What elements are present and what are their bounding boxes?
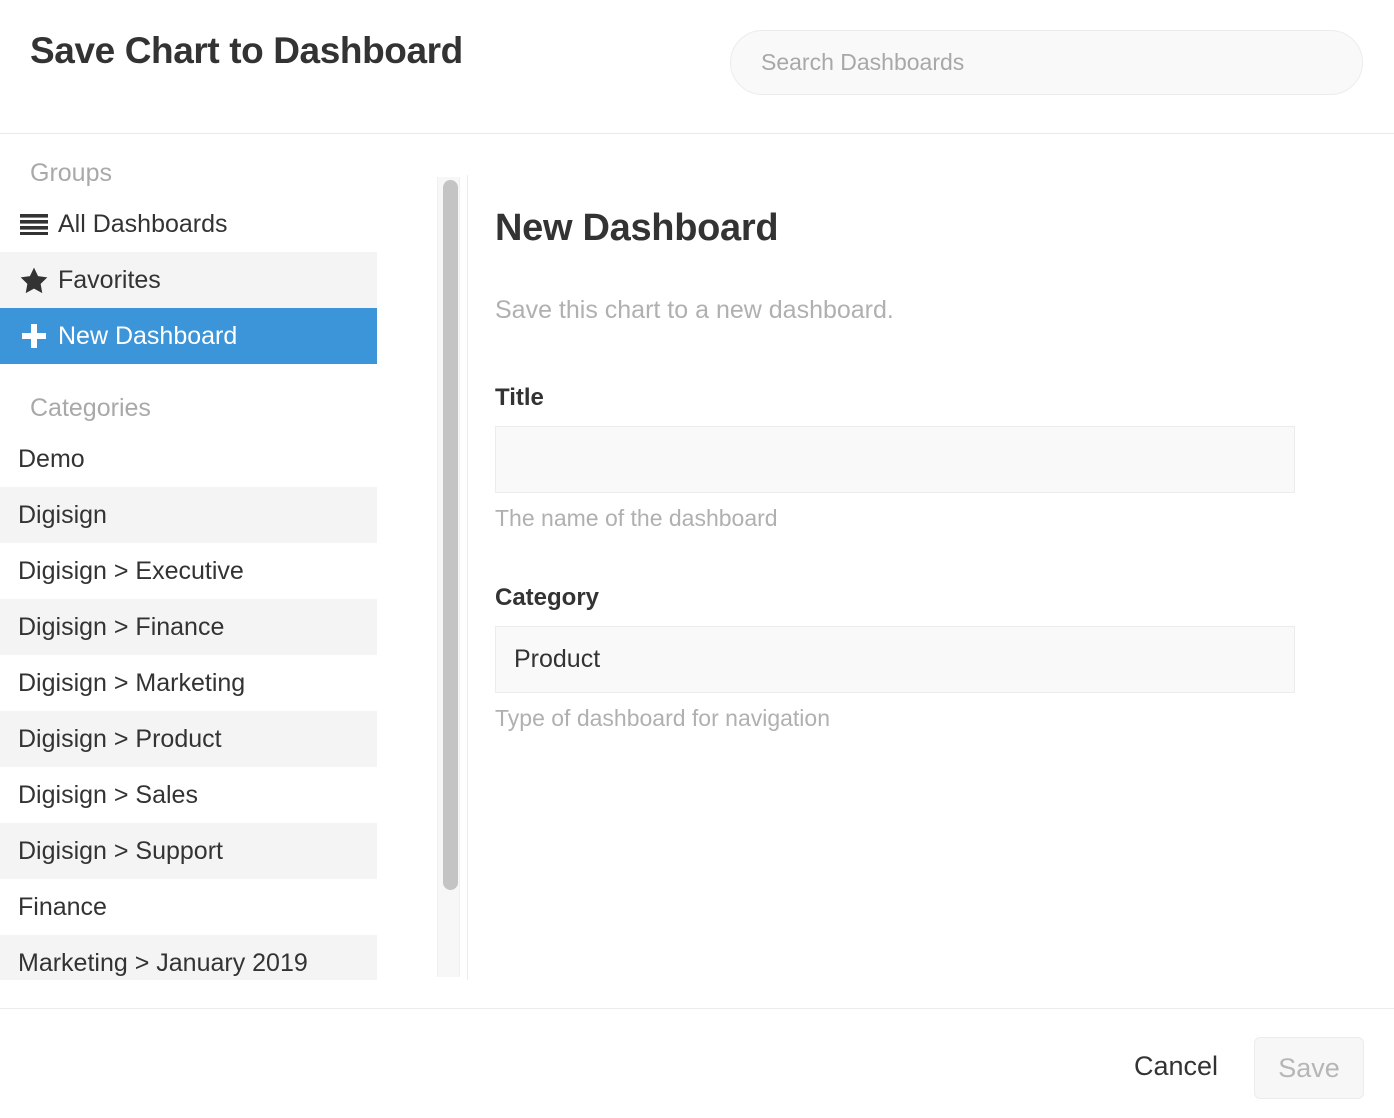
sidebar-item-label: New Dashboard: [58, 321, 238, 350]
search-input[interactable]: [730, 30, 1363, 95]
category-label: Finance: [18, 892, 107, 921]
modal-header: Save Chart to Dashboard: [0, 0, 1394, 134]
groups-list: All Dashboards Favorites New Dashboard: [0, 196, 436, 364]
pane-divider: [467, 175, 468, 980]
modal-footer: Cancel Save: [0, 1008, 1394, 1118]
plus-icon: [18, 321, 50, 351]
panel-title: New Dashboard: [495, 207, 779, 249]
list-item[interactable]: Demo: [0, 431, 377, 487]
modal-body: Groups All Dashboards Favorites New Dash…: [0, 135, 1394, 1008]
list-item[interactable]: Digisign: [0, 487, 377, 543]
save-button[interactable]: Save: [1254, 1037, 1364, 1099]
list-item[interactable]: Digisign > Support: [0, 823, 377, 879]
category-field-group: Category Type of dashboard for navigatio…: [495, 584, 1295, 732]
category-label: Digisign: [18, 500, 107, 529]
list-item[interactable]: Digisign > Finance: [0, 599, 377, 655]
list-scrollbar-track[interactable]: [437, 177, 460, 977]
groups-section-label: Groups: [30, 159, 112, 187]
page-title: Save Chart to Dashboard: [30, 30, 463, 71]
category-field-help: Type of dashboard for navigation: [495, 705, 831, 731]
title-field-group: Title The name of the dashboard: [495, 384, 1295, 532]
star-icon: [18, 265, 50, 295]
list-item[interactable]: Finance: [0, 879, 377, 935]
category-input[interactable]: [495, 626, 1295, 693]
category-label: Digisign > Executive: [18, 556, 244, 585]
category-label: Marketing > January 2019: [18, 948, 308, 977]
sidebar-item-label: Favorites: [58, 265, 161, 294]
list-scrollbar-thumb[interactable]: [443, 180, 458, 890]
sidebar-item-all-dashboards[interactable]: All Dashboards: [0, 196, 377, 252]
list-item[interactable]: Digisign > Marketing: [0, 655, 377, 711]
list-item[interactable]: Marketing > January 2019: [0, 935, 377, 980]
category-label: Digisign > Marketing: [18, 668, 246, 697]
category-label: Digisign > Support: [18, 836, 223, 865]
title-field-help: The name of the dashboard: [495, 505, 778, 531]
new-dashboard-form: New Dashboard Save this chart to a new d…: [495, 135, 1375, 980]
search-dashboards-container: [730, 30, 1363, 95]
save-chart-to-dashboard-modal: Save Chart to Dashboard Groups: [0, 0, 1394, 1118]
category-label: Digisign > Sales: [18, 780, 198, 809]
category-label: Digisign > Product: [18, 724, 222, 753]
title-field-label: Title: [495, 384, 544, 411]
dashboard-list-pane: Groups All Dashboards Favorites New Dash…: [0, 135, 436, 980]
categories-list: Demo Digisign Digisign > Executive Digis…: [0, 431, 436, 980]
sidebar-item-label: All Dashboards: [58, 209, 228, 238]
cancel-button[interactable]: Cancel: [1128, 1043, 1224, 1090]
title-input[interactable]: [495, 426, 1295, 493]
list-item[interactable]: Digisign > Executive: [0, 543, 377, 599]
panel-subtitle: Save this chart to a new dashboard.: [495, 296, 894, 324]
sidebar-item-favorites[interactable]: Favorites: [0, 252, 377, 308]
category-field-label: Category: [495, 584, 600, 611]
list-item[interactable]: Digisign > Sales: [0, 767, 377, 823]
list-item[interactable]: Digisign > Product: [0, 711, 377, 767]
sidebar-item-new-dashboard[interactable]: New Dashboard: [0, 308, 377, 364]
dashboard-list: Groups All Dashboards Favorites New Dash…: [0, 135, 436, 980]
category-label: Demo: [18, 444, 85, 473]
category-label: Digisign > Finance: [18, 612, 225, 641]
categories-section-label: Categories: [30, 394, 151, 422]
list-icon: [18, 209, 50, 239]
